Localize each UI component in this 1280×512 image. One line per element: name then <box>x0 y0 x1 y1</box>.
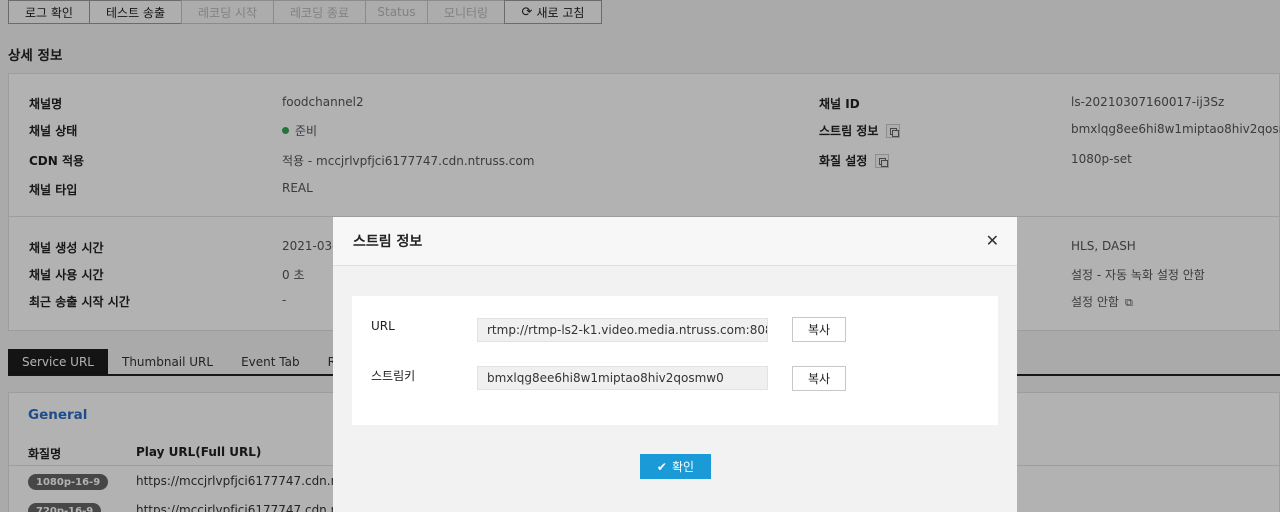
check-icon: ✔ <box>656 459 667 474</box>
confirm-button[interactable]: ✔ 확인 <box>640 454 711 479</box>
modal-title: 스트림 정보 <box>353 234 423 250</box>
close-icon[interactable]: ✕ <box>986 231 999 250</box>
copy-url-button[interactable]: 복사 <box>792 317 846 342</box>
stream-key-label: 스트림키 <box>371 369 416 383</box>
modal-body: URL rtmp://rtmp-ls2-k1.video.media.ntrus… <box>352 296 998 425</box>
url-field[interactable]: rtmp://rtmp-ls2-k1.video.media.ntruss.co… <box>477 318 768 342</box>
stream-key-field[interactable]: bmxlqg8ee6hi8w1miptao8hiv2qosmw0 <box>477 366 768 390</box>
stream-info-modal: 스트림 정보 ✕ URL rtmp://rtmp-ls2-k1.video.me… <box>333 217 1017 512</box>
copy-stream-key-button[interactable]: 복사 <box>792 366 846 391</box>
modal-header: 스트림 정보 ✕ <box>333 217 1017 266</box>
url-label: URL <box>371 319 395 333</box>
